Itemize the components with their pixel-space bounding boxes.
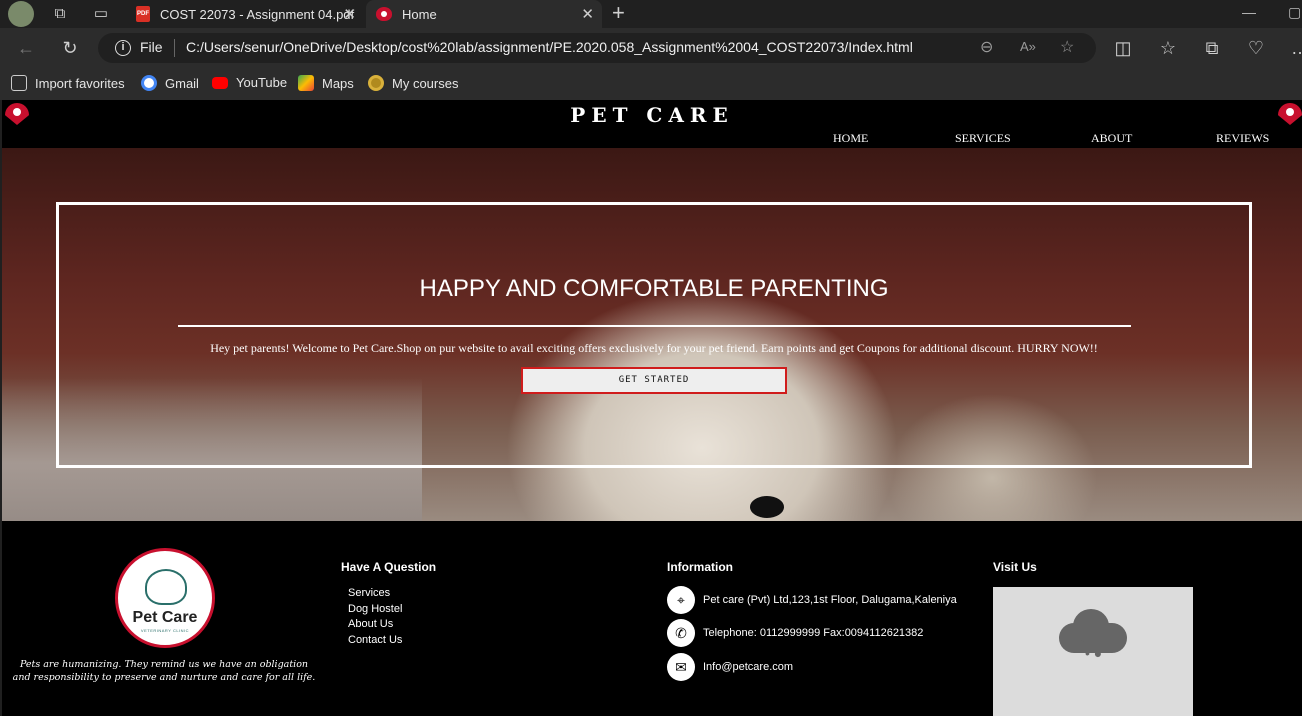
email-row: ✉ Info@petcare.com bbox=[667, 653, 793, 681]
footer-links: Services Dog Hostel About Us Contact Us bbox=[348, 587, 402, 649]
new-tab-icon[interactable]: + bbox=[612, 2, 625, 24]
favorite-my-courses[interactable]: My courses bbox=[368, 75, 458, 91]
information-heading: Information bbox=[667, 560, 733, 574]
visit-heading: Visit Us bbox=[993, 560, 1037, 574]
puppy-eye bbox=[750, 496, 784, 518]
phone-icon: ✆ bbox=[667, 619, 695, 647]
split-screen-icon[interactable]: ◫ bbox=[1111, 36, 1135, 60]
email-text[interactable]: Info@petcare.com bbox=[703, 661, 793, 673]
maximize-icon[interactable]: ▢ bbox=[1288, 4, 1301, 21]
browser-tab-bar: ⧉ ▭ PDF COST 22073 - Assignment 04.pdf ✕… bbox=[0, 0, 1302, 28]
pdf-icon: PDF bbox=[136, 6, 150, 22]
site-footer: Pet Care VETERINARY CLINIC Pets are huma… bbox=[2, 521, 1302, 716]
more-icon[interactable]: … bbox=[1288, 36, 1302, 60]
hero-section: HAPPY AND COMFORTABLE PARENTING Hey pet … bbox=[2, 148, 1302, 521]
import-icon bbox=[11, 75, 27, 91]
favorite-youtube[interactable]: YouTube bbox=[212, 75, 287, 90]
favorites-icon[interactable]: ☆ bbox=[1156, 36, 1180, 60]
close-tab-icon[interactable]: ✕ bbox=[581, 5, 594, 23]
question-heading: Have A Question bbox=[341, 560, 437, 574]
mail-icon: ✉ bbox=[667, 653, 695, 681]
footer-link-contact-us[interactable]: Contact Us bbox=[348, 634, 402, 650]
google-icon bbox=[141, 75, 157, 91]
address-text: Pet care (Pvt) Ltd,123,1st Floor, Daluga… bbox=[703, 594, 957, 606]
workspaces-icon[interactable]: ⧉ bbox=[49, 3, 71, 25]
footer-link-dog-hostel[interactable]: Dog Hostel bbox=[348, 603, 402, 619]
footer-link-about-us[interactable]: About Us bbox=[348, 618, 402, 634]
nav-home[interactable]: HOME bbox=[833, 131, 868, 146]
tab-pdf[interactable]: PDF COST 22073 - Assignment 04.pdf ✕ bbox=[128, 0, 364, 28]
loading-dots: • ● bbox=[1085, 645, 1103, 661]
address-bar[interactable]: i File C:/Users/senur/OneDrive/Desktop/c… bbox=[98, 33, 1096, 63]
browser-toolbar: ← ↻ i File C:/Users/senur/OneDrive/Deskt… bbox=[0, 28, 1302, 68]
favorite-maps[interactable]: Maps bbox=[298, 75, 354, 91]
tab-actions-icon[interactable]: ▭ bbox=[90, 3, 112, 25]
phone-text: Telephone: 0112999999 Fax:0094112621382 bbox=[703, 627, 924, 639]
address-row: ⌖ Pet care (Pvt) Ltd,123,1st Floor, Dalu… bbox=[667, 586, 957, 614]
footer-quote: Pets are humanizing. They remind us we h… bbox=[12, 659, 316, 683]
minimize-icon[interactable]: — bbox=[1242, 4, 1256, 20]
favorite-gmail[interactable]: Gmail bbox=[141, 75, 199, 91]
footer-link-services[interactable]: Services bbox=[348, 587, 402, 603]
tab-home[interactable]: Home ✕ bbox=[366, 0, 602, 28]
youtube-icon bbox=[212, 76, 228, 89]
moodle-icon bbox=[368, 75, 384, 91]
browser-essentials-icon[interactable]: ♡ bbox=[1244, 36, 1268, 60]
back-icon[interactable]: ← bbox=[14, 36, 38, 60]
hero-heading: HAPPY AND COMFORTABLE PARENTING bbox=[419, 275, 889, 302]
info-icon[interactable]: i bbox=[115, 40, 131, 56]
hero-text: Hey pet parents! Welcome to Pet Care.Sho… bbox=[210, 341, 1098, 355]
web-page: PET CARE HOME SERVICES ABOUT REVIEWS HAP… bbox=[2, 100, 1302, 716]
favorite-label: YouTube bbox=[236, 75, 288, 90]
tab-title: Home bbox=[402, 6, 437, 22]
logo-name: Pet Care bbox=[132, 609, 198, 626]
refresh-icon[interactable]: ↻ bbox=[58, 36, 82, 60]
pet-care-logo: Pet Care VETERINARY CLINIC bbox=[115, 548, 215, 648]
logo-subtitle: VETERINARY CLINIC bbox=[140, 628, 190, 633]
favorite-star-icon[interactable]: ☆ bbox=[1060, 37, 1074, 57]
phone-row: ✆ Telephone: 0112999999 Fax:009411262138… bbox=[667, 619, 923, 647]
location-pin-icon: ⌖ bbox=[667, 586, 695, 614]
hero-box: HAPPY AND COMFORTABLE PARENTING Hey pet … bbox=[56, 202, 1252, 468]
divider bbox=[174, 39, 175, 57]
url-text[interactable]: C:/Users/senur/OneDrive/Desktop/cost%20l… bbox=[186, 39, 913, 55]
close-tab-icon[interactable]: ✕ bbox=[343, 5, 356, 23]
tab-title: COST 22073 - Assignment 04.pdf bbox=[160, 6, 355, 22]
get-started-button[interactable]: GET STARTED bbox=[521, 367, 787, 394]
nav-about[interactable]: ABOUT bbox=[1091, 131, 1132, 146]
collections-icon[interactable]: ⧉ bbox=[1200, 36, 1224, 60]
favorite-label: Maps bbox=[322, 75, 354, 91]
maps-icon bbox=[298, 75, 314, 91]
map-embed[interactable]: • ● bbox=[993, 587, 1193, 716]
favorite-label: Gmail bbox=[165, 75, 199, 91]
site-header: PET CARE HOME SERVICES ABOUT REVIEWS bbox=[2, 100, 1302, 148]
zoom-icon[interactable]: ⊖ bbox=[980, 37, 993, 57]
url-scheme: File bbox=[140, 39, 163, 55]
nav-reviews[interactable]: REVIEWS bbox=[1216, 131, 1269, 146]
nav-services[interactable]: SERVICES bbox=[955, 131, 1011, 146]
pets-logo-icon bbox=[145, 569, 187, 605]
site-title: PET CARE bbox=[570, 103, 734, 127]
favorites-bar: Import favorites Gmail YouTube Maps My c… bbox=[0, 68, 1302, 100]
favorite-label: Import favorites bbox=[35, 75, 125, 91]
favorite-label: My courses bbox=[392, 75, 459, 91]
paw-heart-icon bbox=[376, 7, 392, 21]
hero-divider bbox=[178, 325, 1131, 327]
favorite-import[interactable]: Import favorites bbox=[11, 75, 125, 91]
profile-avatar[interactable] bbox=[8, 1, 34, 27]
read-aloud-icon[interactable]: A» bbox=[1020, 39, 1036, 54]
